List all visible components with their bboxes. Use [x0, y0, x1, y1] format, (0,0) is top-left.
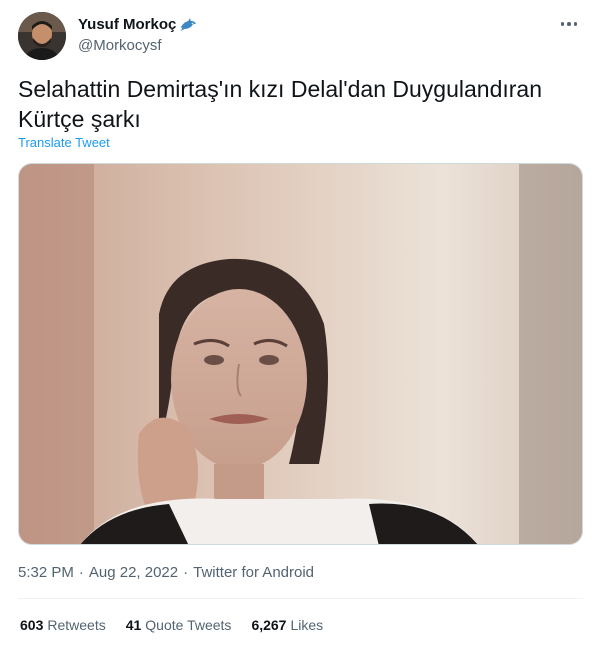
likes-count: 6,267: [251, 617, 287, 633]
meta-separator: ·: [78, 564, 84, 581]
tweet-video[interactable]: [18, 163, 583, 545]
dolphin-emoji-icon: [179, 17, 197, 33]
tweet-time[interactable]: 5:32 PM: [18, 564, 74, 581]
retweets-count: 603: [20, 617, 44, 633]
display-name[interactable]: Yusuf Morkoç: [78, 15, 176, 34]
tweet-meta: 5:32 PM · Aug 22, 2022 · Twitter for And…: [18, 564, 314, 581]
likes-stat[interactable]: 6,267 Likes: [251, 617, 323, 633]
tweet-header: Yusuf Morkoç @Morkocysf: [18, 12, 583, 60]
quote-tweets-stat[interactable]: 41 Quote Tweets: [126, 617, 232, 633]
avatar[interactable]: [18, 12, 66, 60]
quote-tweets-label: Quote Tweets: [145, 617, 232, 633]
divider: [18, 598, 583, 599]
retweets-stat[interactable]: 603 Retweets: [20, 617, 106, 633]
tweet-card: Yusuf Morkoç @Morkocysf Selahattin Demir…: [0, 0, 599, 649]
display-name-row: Yusuf Morkoç: [78, 15, 197, 34]
author-handle[interactable]: @Morkocysf: [78, 36, 197, 55]
retweets-label: Retweets: [47, 617, 106, 633]
more-options-icon[interactable]: [557, 14, 581, 34]
likes-label: Likes: [290, 617, 324, 633]
tweet-text: Selahattin Demirtaş'ın kızı Delal'dan Du…: [18, 76, 543, 132]
tweet-source[interactable]: Twitter for Android: [193, 564, 314, 581]
tweet-date[interactable]: Aug 22, 2022: [89, 564, 178, 581]
tweet-stats: 603 Retweets 41 Quote Tweets 6,267 Likes: [20, 617, 343, 633]
quote-tweets-count: 41: [125, 617, 142, 633]
video-frame-image: [19, 164, 582, 544]
meta-separator: ·: [183, 564, 189, 581]
author-names: Yusuf Morkoç @Morkocysf: [78, 15, 197, 55]
translate-tweet-link[interactable]: Translate Tweet: [18, 135, 110, 150]
